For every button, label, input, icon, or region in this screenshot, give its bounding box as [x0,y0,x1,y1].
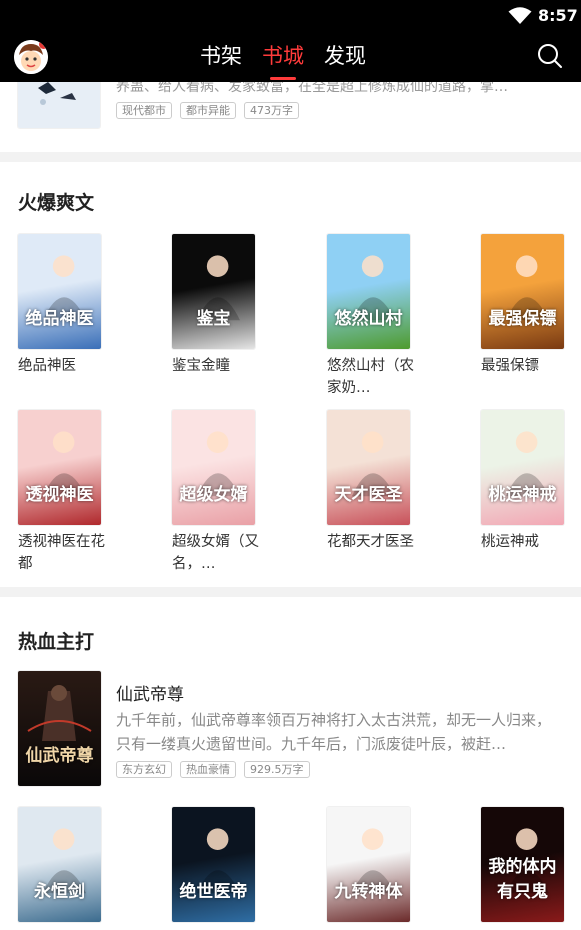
cover-title: 透视神医 [25,485,94,505]
tag: 热血豪情 [180,761,236,778]
section-title-hot: 火爆爽文 [18,192,95,214]
cover-art-icon [18,671,101,786]
bookstore-content[interactable]: 养蛊、给人看病、发家致富，在全是超上修炼成仙的道路，掌… 现代都市 都市异能 4… [0,82,581,930]
book-cover[interactable] [18,82,100,128]
book-desc: 养蛊、给人看病、发家致富，在全是超上修炼成仙的道路，掌… [116,82,508,95]
tab-bookstore[interactable]: 书城 [262,42,304,80]
status-bar: 8:57 [0,0,581,30]
cover-title: 天才医圣 [334,485,403,505]
nav-tabs: 书架 书城 发现 [200,42,366,80]
feature-book-title[interactable]: 仙武帝尊 [116,680,184,705]
book-cover[interactable]: 九转神体 [327,807,410,922]
status-time: 8:57 [538,6,578,25]
book-grid-item[interactable]: 超级女婿超级女婿（又名，… [172,410,259,575]
tag: 东方玄幻 [116,761,172,778]
book-title: 鉴宝金瞳 [172,358,230,374]
section-title-blood: 热血主打 [18,631,95,653]
tag: 929.5万字 [244,761,310,778]
book-grid-item[interactable]: 九转神体 [327,807,411,922]
section-divider [0,152,581,162]
cover-title: 超级女婿 [179,485,248,505]
notification-dot [39,40,48,49]
book-cover[interactable]: 鉴宝 [172,234,255,349]
cover-figure-icon [351,828,396,894]
feature-book-desc: 九千年前，仙武帝尊率领百万神将打入太古洪荒，却无一人归来，只有一缕真火遗留世间。… [116,711,552,753]
book-grid-item[interactable]: 天才医圣花都天才医圣 [327,410,414,553]
cover-art-icon [18,82,100,128]
cover-title: 悠然山村 [334,309,403,329]
book-grid-item[interactable]: 鉴宝鉴宝金瞳 [172,234,256,377]
book-grid-item[interactable]: 永恒剑 [18,807,102,922]
book-cover[interactable]: 桃运神戒 [481,410,564,525]
book-grid-item[interactable]: 透视神医透视神医在花都 [18,410,105,575]
cover-figure-icon [196,431,241,497]
cover-figure-icon [42,431,87,497]
book-title: 超级女婿（又名，… [172,534,259,572]
top-bar: 书架 书城 发现 [0,30,581,82]
cover-figure-icon [351,431,396,497]
book-title: 绝品神医 [18,358,76,374]
top-book-item[interactable]: 养蛊、给人看病、发家致富，在全是超上修炼成仙的道路，掌… 现代都市 都市异能 4… [0,82,581,142]
cover-title: 永恒剑 [34,882,85,902]
cover-figure-icon [42,828,87,894]
cover-figure-icon [196,255,241,321]
tab-discover[interactable]: 发现 [324,42,366,72]
avatar[interactable] [14,40,48,74]
cover-title: 绝世医帝 [179,882,248,902]
book-cover[interactable]: 绝品神医 [18,234,101,349]
feature-book-tags: 东方玄幻 热血豪情 929.5万字 [116,761,310,778]
book-cover[interactable]: 透视神医 [18,410,101,525]
book-title: 透视神医在花都 [18,534,105,572]
book-cover[interactable]: 悠然山村 [327,234,410,349]
search-icon[interactable] [536,42,564,70]
book-grid-item[interactable]: 悠然山村悠然山村（农家奶… [327,234,414,399]
book-cover[interactable]: 绝世医帝 [172,807,255,922]
cover-title: 桃运神戒 [488,485,557,505]
tab-bookshelf[interactable]: 书架 [200,42,242,72]
cover-figure-icon [505,255,550,321]
section-divider [0,587,581,597]
book-title: 悠然山村（农家奶… [327,358,414,396]
cover-title: 仙武帝尊 [25,746,94,766]
book-grid-item[interactable]: 桃运神戒 桃运神戒 [481,410,565,553]
cover-figure-icon [505,431,550,497]
book-title: 花都天才医圣 [327,534,414,550]
feature-book-cover[interactable]: 仙武帝尊 [18,671,101,786]
cover-title: 绝品神医 [25,309,94,329]
book-grid-item[interactable]: 绝世医帝 [172,807,256,922]
book-title: 最强保镖 [481,358,539,374]
tag: 473万字 [244,102,299,119]
cover-figure-icon [196,828,241,894]
book-cover[interactable]: 天才医圣 [327,410,410,525]
wifi-icon [508,7,532,24]
cover-title: 鉴宝 [196,309,231,329]
book-cover[interactable]: 最强保镖 [481,234,564,349]
cover-title: 九转神体 [334,882,403,902]
cover-figure-icon [351,255,396,321]
book-grid-item[interactable]: 我的体内有只鬼 [481,807,565,922]
book-grid-item[interactable]: 绝品神医 绝品神医 [18,234,102,377]
book-tags: 现代都市 都市异能 473万字 [116,102,299,119]
cover-title: 我的体内有只鬼 [488,857,557,902]
tag: 都市异能 [180,102,236,119]
book-cover[interactable]: 超级女婿 [172,410,255,525]
cover-figure-icon [42,255,87,321]
book-title: 桃运神戒 [481,534,539,550]
book-cover[interactable]: 我的体内有只鬼 [481,807,564,922]
cover-title: 最强保镖 [488,309,557,329]
book-grid-item[interactable]: 最强保镖 最强保镖 [481,234,565,377]
tag: 现代都市 [116,102,172,119]
book-cover[interactable]: 永恒剑 [18,807,101,922]
